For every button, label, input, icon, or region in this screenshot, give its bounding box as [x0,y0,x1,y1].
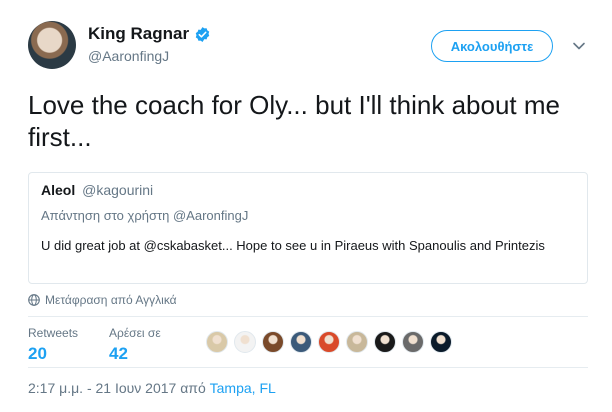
author-name-row[interactable]: King Ragnar [88,24,211,44]
tweet-timestamp: 2:17 μ.μ. - 21 Ιουν 2017 από Tampa, FL [28,380,276,396]
author-display-name[interactable]: King Ragnar [88,24,189,44]
divider [28,367,588,368]
likes-stat[interactable]: Αρέσει σε 42 [109,326,161,364]
timestamp-date[interactable]: 2:17 μ.μ. - 21 Ιουν 2017 από [28,380,206,396]
tweet-text: Love the coach for Oly... but I'll think… [28,90,560,152]
likes-count[interactable]: 42 [109,344,161,364]
quoted-tweet[interactable]: Aleol @kagourini Απάντηση στο χρήστη @Aa… [28,172,588,284]
follow-button[interactable]: Ακολουθήστε [431,30,553,62]
quoted-tweet-text: U did great job at @cskabasket... Hope t… [41,238,545,253]
liker-avatar[interactable] [430,331,452,353]
liker-avatar[interactable] [234,331,256,353]
quoted-author-name: Aleol [41,182,76,198]
chevron-down-icon[interactable] [572,39,586,53]
liker-avatar[interactable] [290,331,312,353]
tweet-location-link[interactable]: Tampa, FL [210,380,276,396]
liker-avatar[interactable] [262,331,284,353]
verified-badge-icon [195,26,210,42]
quoted-author-handle: @kagourini [82,182,154,198]
translate-label[interactable]: Μετάφραση από Αγγλικά [45,293,177,307]
liker-avatar[interactable] [206,331,228,353]
translate-link[interactable]: Μετάφραση από Αγγλικά [28,293,177,307]
quoted-reply-context: Απάντηση στο χρήστη @AaronfingJ [41,208,249,223]
retweets-label: Retweets [28,326,79,340]
author-handle[interactable]: @AaronfingJ [88,48,169,64]
liker-avatar[interactable] [346,331,368,353]
liker-avatar[interactable] [374,331,396,353]
globe-icon [28,294,40,306]
retweets-count[interactable]: 20 [28,344,78,364]
liker-avatar[interactable] [318,331,340,353]
retweets-stat[interactable]: Retweets 20 [28,326,78,364]
liker-avatar[interactable] [402,331,424,353]
author-avatar[interactable] [28,21,76,69]
liker-avatars [206,331,458,353]
likes-label: Αρέσει σε [109,326,161,340]
quoted-tweet-header: Aleol @kagourini [41,182,153,198]
divider [28,316,588,317]
